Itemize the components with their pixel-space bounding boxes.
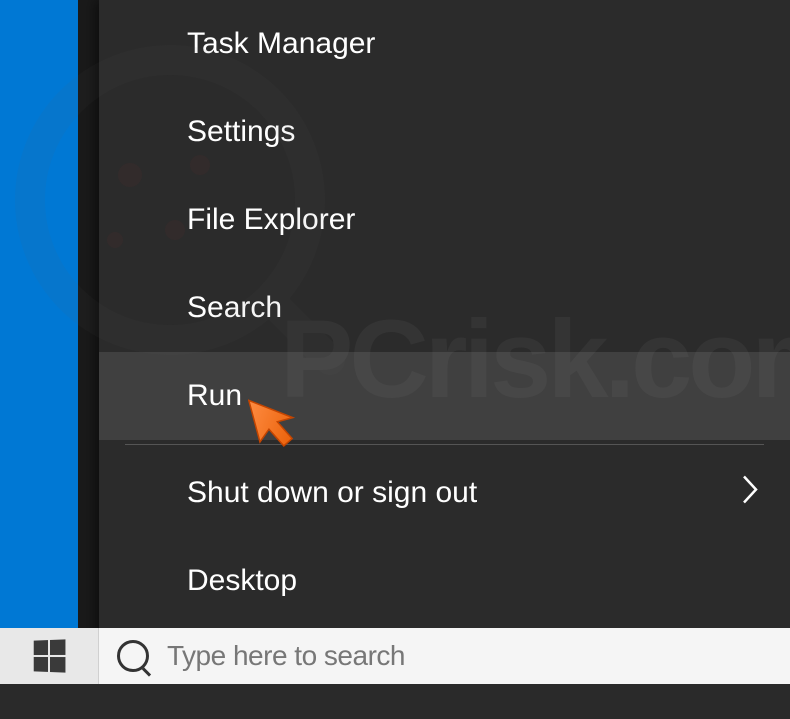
desktop-bottom-strip: [0, 684, 790, 719]
chevron-right-icon: [742, 475, 760, 512]
menu-divider: [125, 444, 764, 445]
taskbar: Type here to search: [0, 628, 790, 684]
menu-item-label: Task Manager: [187, 27, 375, 61]
menu-item-desktop[interactable]: Desktop: [99, 537, 790, 625]
menu-item-label: Settings: [187, 115, 295, 149]
menu-item-label: Run: [187, 379, 242, 413]
menu-item-shut-down-sign-out[interactable]: Shut down or sign out: [99, 449, 790, 537]
search-placeholder: Type here to search: [167, 640, 405, 672]
menu-item-settings[interactable]: Settings: [99, 88, 790, 176]
menu-item-file-explorer[interactable]: File Explorer: [99, 176, 790, 264]
start-button[interactable]: [0, 628, 98, 684]
menu-item-label: Search: [187, 291, 282, 325]
menu-item-run[interactable]: Run: [99, 352, 790, 440]
taskbar-search-box[interactable]: Type here to search: [98, 628, 790, 684]
search-icon: [117, 640, 149, 672]
menu-item-task-manager[interactable]: Task Manager: [99, 0, 790, 88]
menu-item-search[interactable]: Search: [99, 264, 790, 352]
desktop-background-left: [0, 0, 78, 628]
windows-logo-icon: [34, 639, 66, 672]
winx-context-menu: Task Manager Settings File Explorer Sear…: [99, 0, 790, 658]
menu-item-label: Desktop: [187, 564, 297, 598]
menu-item-label: File Explorer: [187, 203, 355, 237]
menu-item-label: Shut down or sign out: [187, 476, 477, 510]
